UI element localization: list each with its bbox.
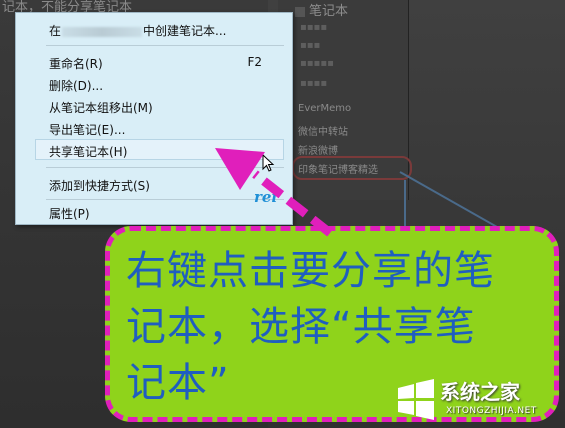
pointer-arrow-icon	[215, 148, 333, 237]
watermark-url: XITONGZHIJIA.NET	[446, 406, 537, 416]
watermark-title: 系统之家	[440, 380, 520, 404]
site-watermark: 系统之家 XITONGZHIJIA.NET	[388, 372, 565, 428]
windows-logo-icon	[398, 379, 434, 420]
